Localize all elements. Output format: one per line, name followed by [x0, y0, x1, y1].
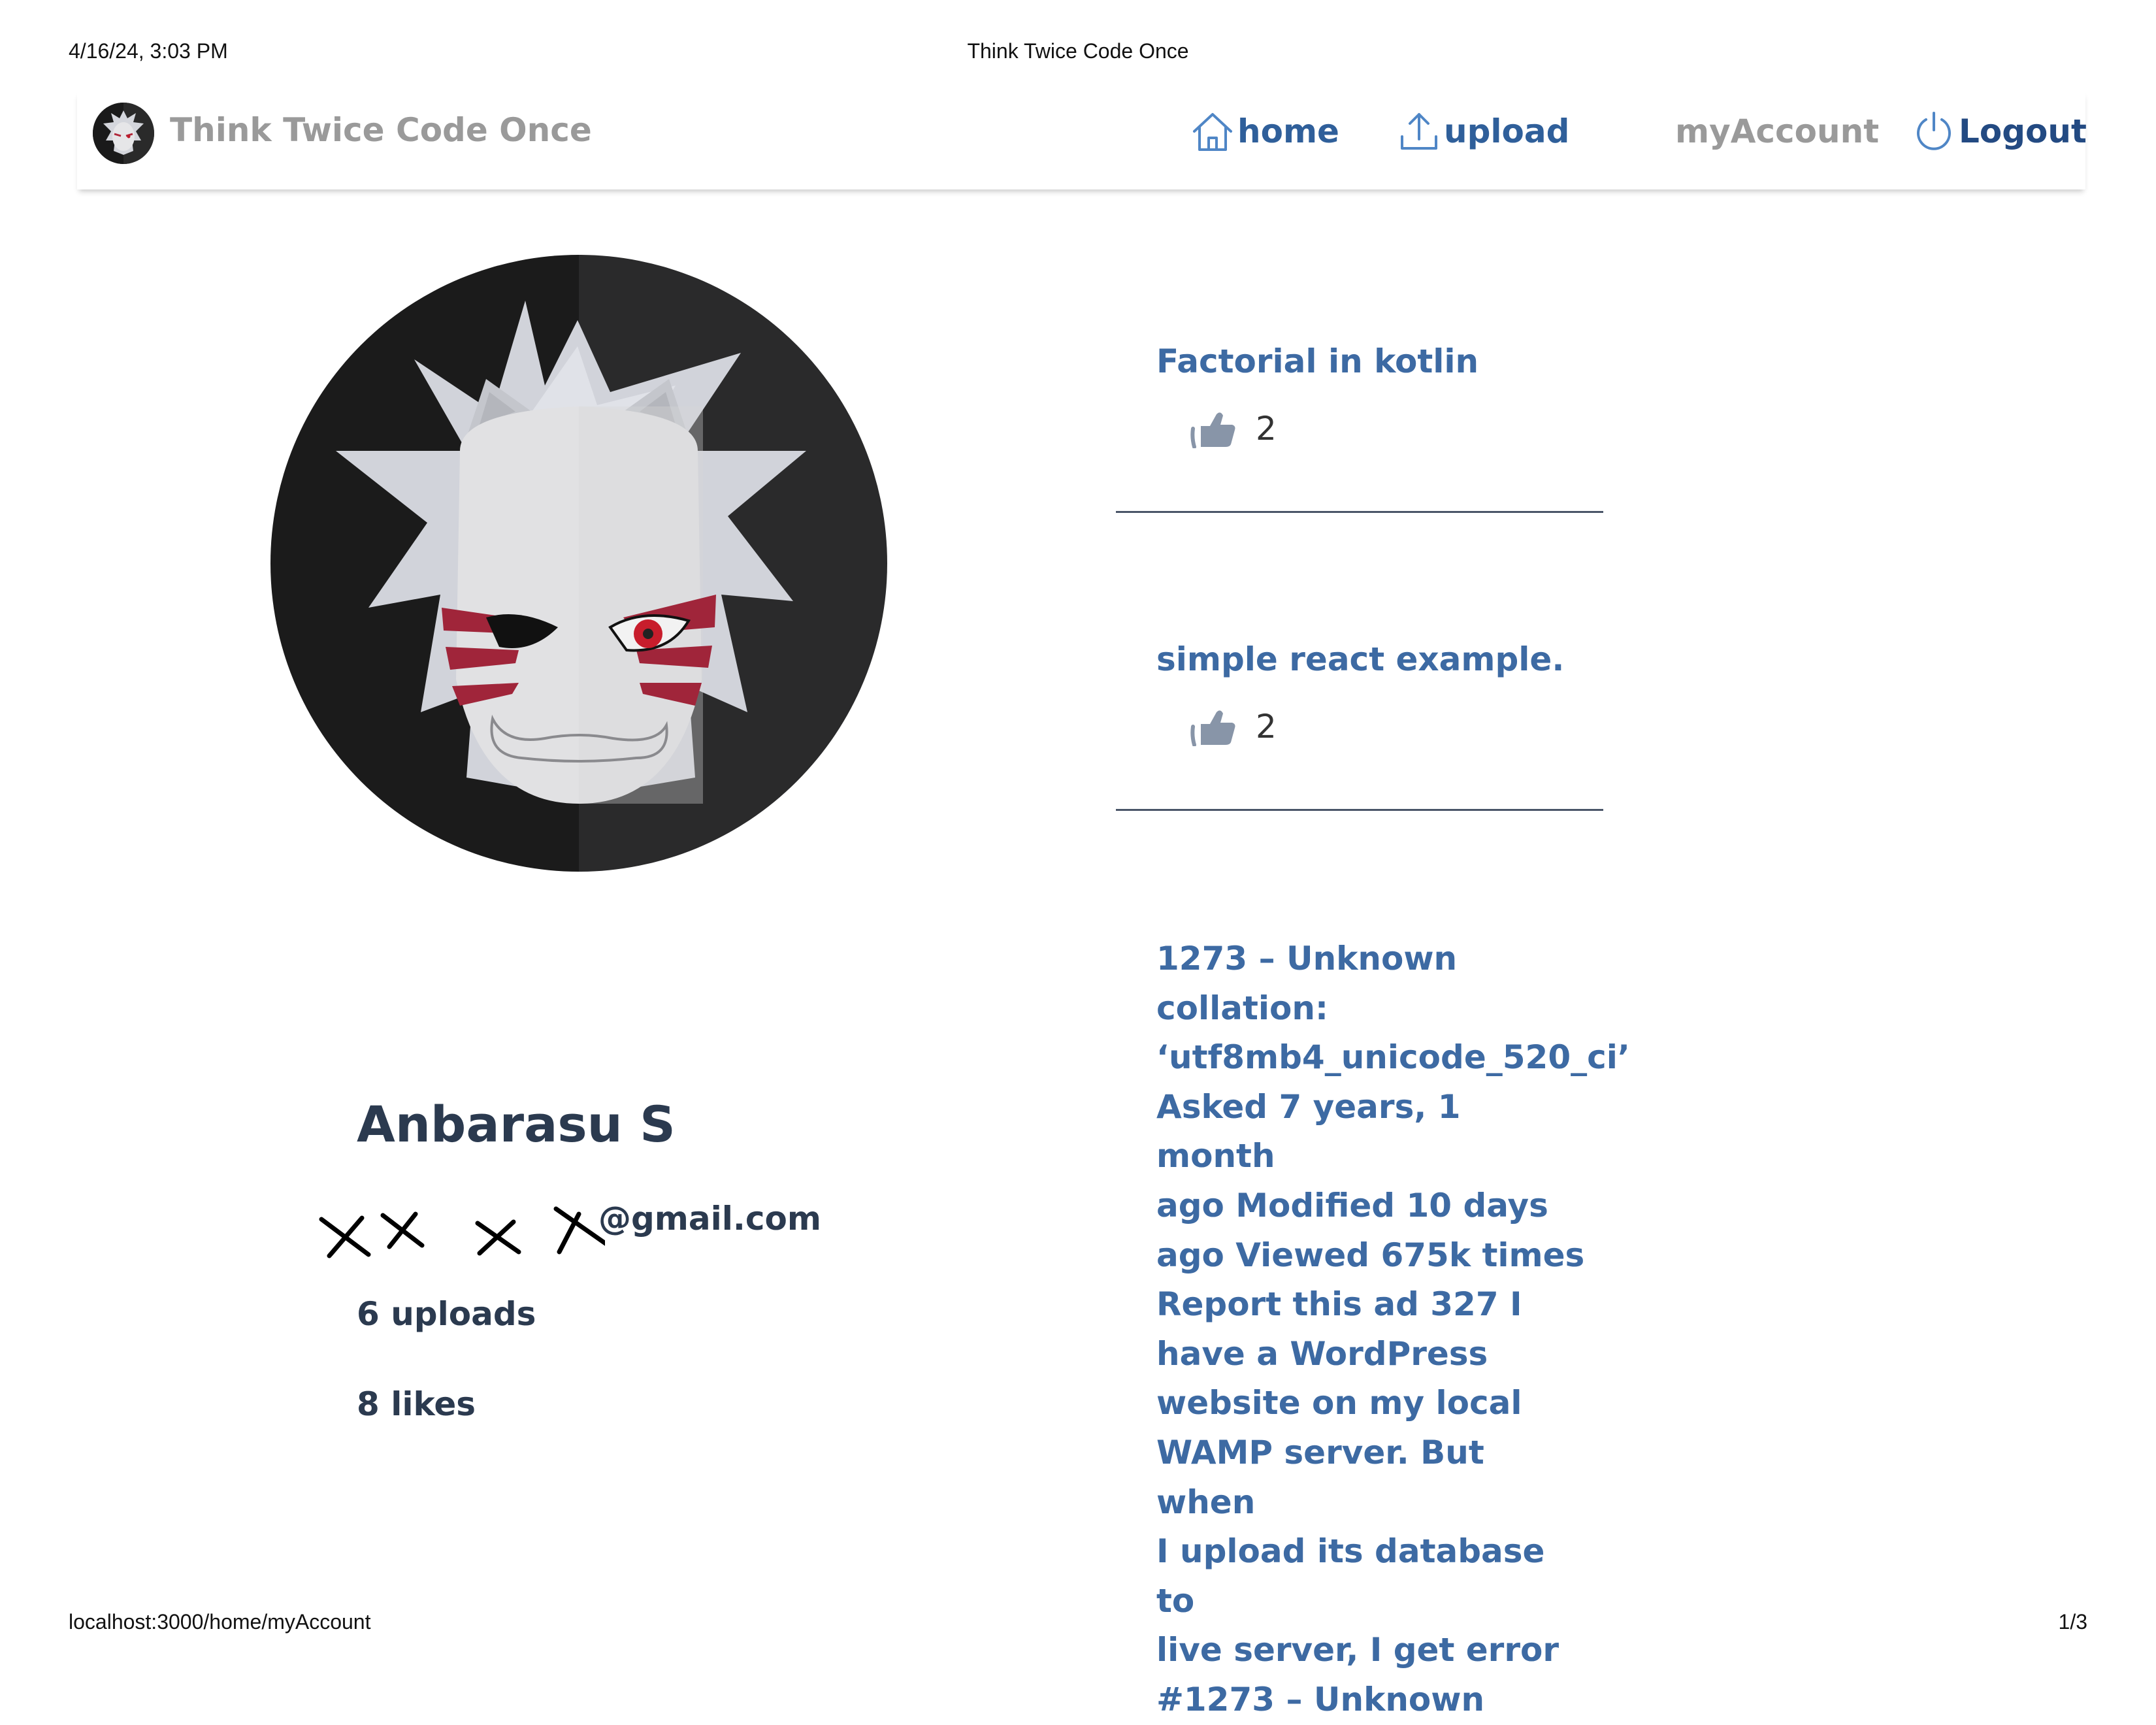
redaction-scribble-icon: [319, 1206, 605, 1258]
ninja-mask-avatar-image: [270, 255, 887, 872]
brand-name[interactable]: Think Twice Code Once: [170, 111, 592, 149]
print-doc-title: Think Twice Code Once: [967, 39, 1189, 63]
profile-name: Anbarasu S: [357, 1095, 676, 1153]
nav-logout[interactable]: Logout: [1912, 110, 2087, 153]
post-like[interactable]: 2: [1190, 707, 1277, 746]
post-title[interactable]: Factorial in kotlin: [1156, 342, 1478, 380]
thumbs-up-icon: [1190, 710, 1235, 746]
post-like[interactable]: 2: [1190, 409, 1277, 448]
nav-my-account-label: myAccount: [1675, 112, 1880, 150]
profile-avatar: [270, 255, 887, 872]
profile-email: @gmail.com: [318, 1200, 840, 1258]
home-icon: [1193, 113, 1232, 151]
print-footer: localhost:3000/home/myAccount 1/3: [69, 1610, 2087, 1639]
post-divider: [1116, 809, 1603, 811]
print-page-number: 1/3: [2058, 1610, 2087, 1634]
nav-logout-label: Logout: [1959, 112, 2087, 150]
nav-upload-label: upload: [1444, 112, 1570, 150]
mask-avatar-icon: [93, 103, 154, 164]
post-divider: [1116, 511, 1603, 513]
nav-home[interactable]: home: [1190, 110, 1339, 153]
print-header: 4/16/24, 3:03 PM Think Twice Code Once: [69, 39, 2087, 68]
post-like-count: 2: [1256, 410, 1277, 448]
profile-email-text: @gmail.com: [598, 1200, 821, 1238]
nav-my-account[interactable]: myAccount: [1675, 110, 1879, 153]
upload-icon: [1401, 113, 1437, 150]
profile-uploads: 6 uploads: [357, 1295, 536, 1333]
nav-home-label: home: [1237, 112, 1339, 150]
profile-likes: 8 likes: [357, 1385, 476, 1423]
power-icon: [1917, 112, 1951, 150]
navbar: Think Twice Code Once home upload myAcco…: [77, 91, 2087, 189]
nav-upload[interactable]: upload: [1397, 110, 1569, 153]
post-title[interactable]: simple react example.: [1156, 640, 1564, 678]
post-title[interactable]: 1273 – Unknown collation: ‘utf8mb4_unico…: [1156, 934, 1630, 1725]
post-like-count: 2: [1256, 708, 1277, 746]
brand-logo[interactable]: [93, 103, 154, 164]
thumbs-up-icon: [1190, 412, 1235, 448]
print-url: localhost:3000/home/myAccount: [69, 1610, 371, 1634]
